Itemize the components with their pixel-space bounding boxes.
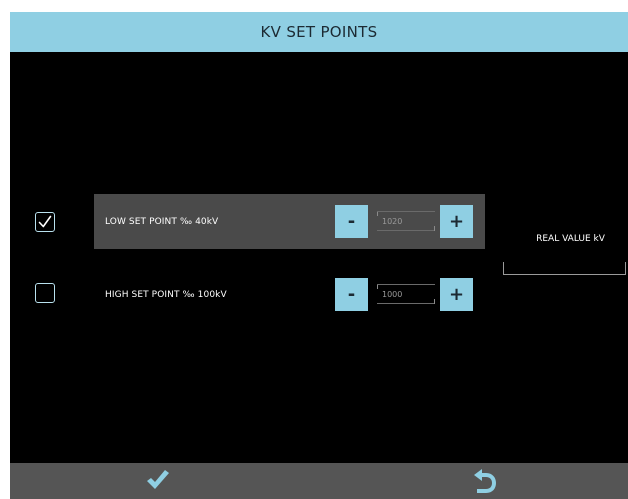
low-set-point-value-field[interactable]: 1020 — [377, 211, 435, 231]
header-bar: KV SET POINTS — [10, 12, 628, 52]
real-value-label: REAL VALUE kV — [536, 234, 605, 244]
low-set-point-value: 1020 — [382, 216, 403, 226]
high-set-point-increment-button[interactable]: + — [440, 278, 473, 311]
high-set-point-label: HIGH SET POINT ‰ 100kV — [105, 289, 227, 300]
page-title: KV SET POINTS — [260, 23, 378, 41]
back-button[interactable] — [445, 463, 525, 499]
undo-arrow-icon — [474, 469, 496, 493]
checkmark-icon — [38, 215, 52, 228]
low-set-point-row[interactable]: LOW SET POINT ‰ 40kV - 1020 + — [94, 194, 485, 249]
confirm-button[interactable] — [118, 463, 198, 499]
low-set-point-label: LOW SET POINT ‰ 40kV — [105, 216, 219, 227]
low-set-point-decrement-button[interactable]: - — [335, 205, 368, 238]
kv-set-points-screen: KV SET POINTS LOW SET POINT ‰ 40kV - 102… — [10, 12, 628, 499]
high-set-point-value: 1000 — [382, 289, 403, 299]
checkmark-icon — [147, 470, 169, 489]
low-set-point-checkbox[interactable] — [35, 212, 55, 232]
high-set-point-row[interactable]: HIGH SET POINT ‰ 100kV - 1000 + — [94, 267, 485, 322]
real-value-display — [503, 262, 626, 275]
low-set-point-increment-button[interactable]: + — [440, 205, 473, 238]
plus-icon: + — [448, 211, 465, 232]
plus-icon: + — [448, 284, 465, 305]
high-set-point-value-field[interactable]: 1000 — [377, 284, 435, 304]
footer-bar — [10, 463, 628, 499]
high-set-point-decrement-button[interactable]: - — [335, 278, 368, 311]
minus-icon: - — [347, 284, 356, 305]
minus-icon: - — [347, 211, 356, 232]
high-set-point-checkbox[interactable] — [35, 283, 55, 303]
